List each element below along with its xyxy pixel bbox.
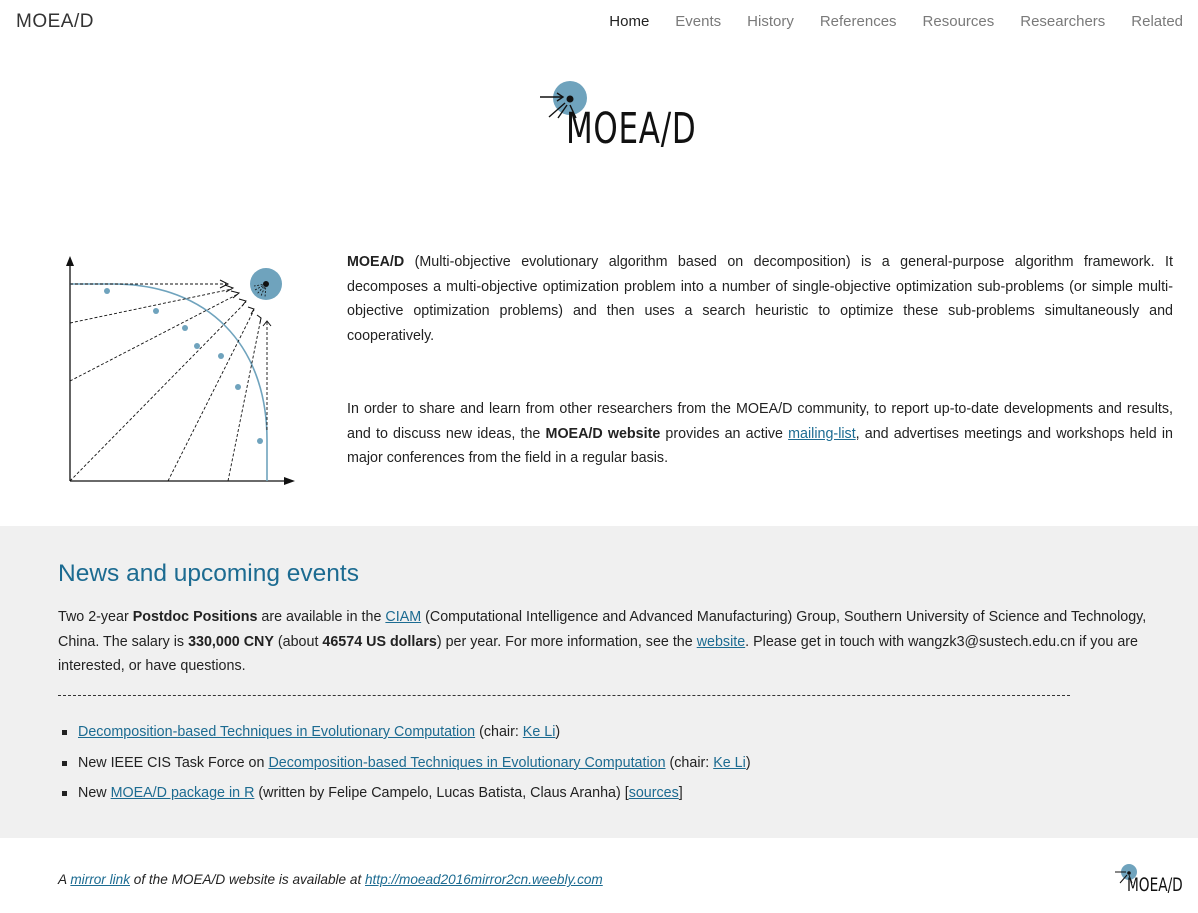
intro-bold-term: MOEA/D (347, 254, 405, 270)
ke-li-link[interactable]: Ke Li (523, 724, 556, 740)
list-item-text: New (78, 785, 111, 801)
nav-resources[interactable]: Resources (923, 13, 995, 30)
list-item-text: ) (555, 724, 561, 740)
intro-section: MOEA/D (Multi-objective evolutionary alg… (347, 250, 1173, 520)
main-nav: Home Events History References Resources… (583, 13, 1183, 30)
news-postdoc-paragraph: Two 2-year Postdoc Positions are availab… (58, 605, 1148, 679)
sources-link[interactable]: sources (629, 785, 679, 801)
intro-p1-text: (Multi-objective evolutionary algorithm … (347, 254, 1173, 344)
logo-text: MOEA/D (566, 104, 697, 154)
news-text: ) per year. For more information, see th… (436, 633, 697, 650)
site-title[interactable]: MOEA/D (16, 11, 94, 33)
news-bold: 330,000 CNY (188, 633, 274, 650)
intro-paragraph-2: In order to share and learn from other r… (347, 397, 1173, 471)
decomposition-techniques-link[interactable]: Decomposition-based Techniques in Evolut… (268, 755, 665, 771)
list-item: New IEEE CIS Task Force on Decomposition… (62, 751, 751, 782)
footer-text: A (58, 872, 71, 887)
website-link[interactable]: website (697, 634, 745, 650)
nav-home[interactable]: Home (609, 13, 649, 30)
list-item-text: ] (678, 785, 683, 801)
footer-text: of the MOEA/D website is available at (130, 872, 365, 887)
list-item-text: New IEEE CIS Task Force on (78, 754, 269, 771)
moead-r-package-link[interactable]: MOEA/D package in R (111, 785, 255, 801)
footer-logo[interactable]: MOEA/D (1114, 862, 1184, 900)
news-bold: Postdoc Positions (132, 609, 258, 625)
mirror-link[interactable]: mirror link (70, 872, 130, 887)
nav-history[interactable]: History (747, 13, 794, 30)
nav-events[interactable]: Events (675, 13, 721, 30)
list-item: New MOEA/D package in R (written by Feli… (62, 781, 751, 812)
ciam-link[interactable]: CIAM (385, 609, 421, 625)
list-item-text: (chair: (665, 754, 714, 771)
intro-paragraph-1: MOEA/D (Multi-objective evolutionary alg… (347, 250, 1173, 348)
list-item-text: ) (745, 754, 751, 771)
news-text: (about (273, 633, 323, 650)
pareto-front-decomposition-figure (66, 256, 295, 485)
list-item-text: (chair: (475, 724, 523, 740)
nav-related[interactable]: Related (1131, 13, 1183, 30)
moead-logo: MOEA/D (536, 78, 696, 162)
decomposition-techniques-link[interactable]: Decomposition-based Techniques in Evolut… (78, 724, 475, 740)
list-item-text: (written by Felipe Campelo, Lucas Batist… (254, 785, 629, 801)
news-list: Decomposition-based Techniques in Evolut… (62, 720, 751, 812)
news-bold: 46574 US dollars (322, 633, 437, 650)
nav-researchers[interactable]: Researchers (1020, 13, 1105, 30)
nav-references[interactable]: References (820, 13, 897, 30)
intro-p2-bold: MOEA/D website (545, 425, 661, 442)
news-title: News and upcoming events (58, 560, 359, 587)
mailing-list-link[interactable]: mailing-list (788, 426, 856, 442)
news-section: News and upcoming events Two 2-year Post… (0, 526, 1198, 838)
news-text: Two 2-year (58, 609, 133, 625)
ke-li-link[interactable]: Ke Li (713, 755, 746, 771)
dashed-divider (58, 695, 1070, 696)
list-item: Decomposition-based Techniques in Evolut… (62, 720, 751, 751)
footer-mirror-note: A mirror link of the MOEA/D website is a… (58, 872, 603, 887)
mirror-url-link[interactable]: http://moead2016mirror2cn.weebly.com (365, 872, 603, 887)
news-text: are available in the (257, 609, 386, 625)
intro-p2-text-b: provides an active (660, 425, 789, 442)
top-bar: MOEA/D Home Events History References Re… (0, 0, 1198, 46)
footer-logo-text: MOEA/D (1127, 874, 1183, 896)
